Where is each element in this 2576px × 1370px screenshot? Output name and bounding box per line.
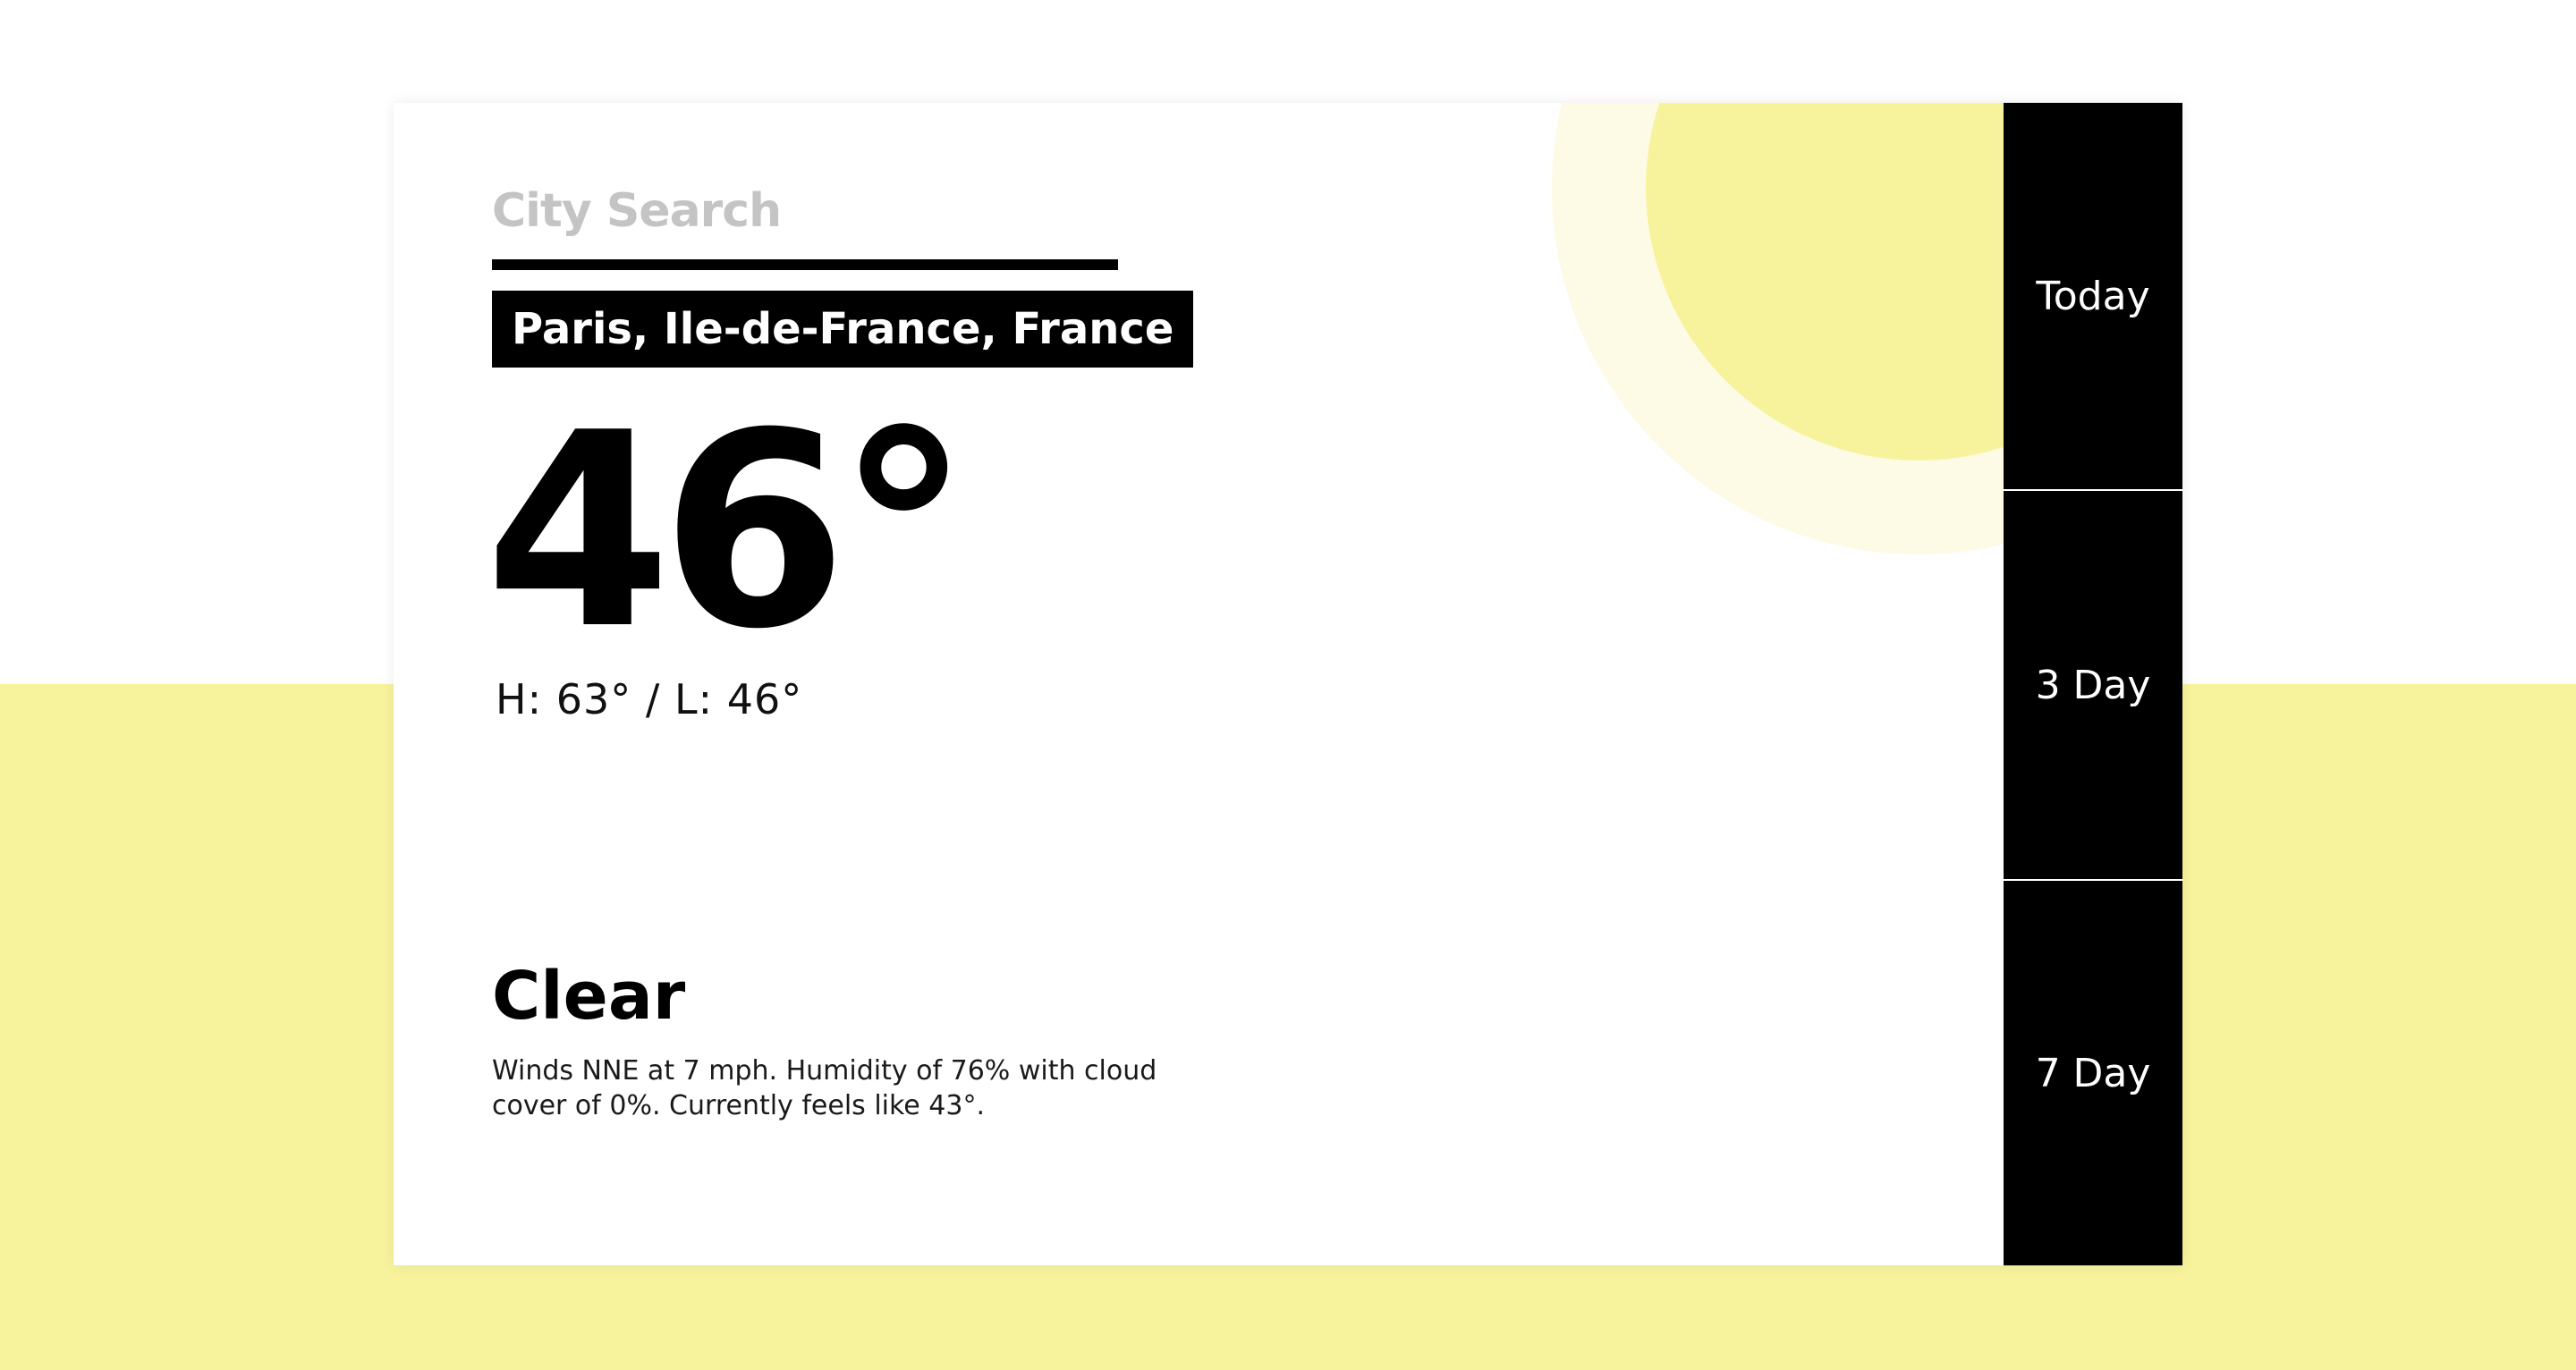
- high-low-temperature: H: 63° / L: 46°: [496, 675, 803, 723]
- weather-condition: Clear: [492, 958, 686, 1035]
- city-search-label: City Search: [492, 184, 782, 238]
- weather-card: City Search Paris, Ile-de-France, France…: [394, 103, 2182, 1265]
- city-search-input[interactable]: [492, 259, 1118, 270]
- weather-description: Winds NNE at 7 mph. Humidity of 76% with…: [492, 1055, 1157, 1121]
- location-name: Paris, Ile-de-France, France: [492, 291, 1194, 368]
- current-temperature: 46°: [485, 376, 970, 688]
- tab-today[interactable]: Today: [2004, 103, 2182, 489]
- tab-3-day[interactable]: 3 Day: [2004, 489, 2182, 879]
- tab-7-day[interactable]: 7 Day: [2004, 879, 2182, 1265]
- forecast-tabs: Today 3 Day 7 Day: [2004, 103, 2182, 1265]
